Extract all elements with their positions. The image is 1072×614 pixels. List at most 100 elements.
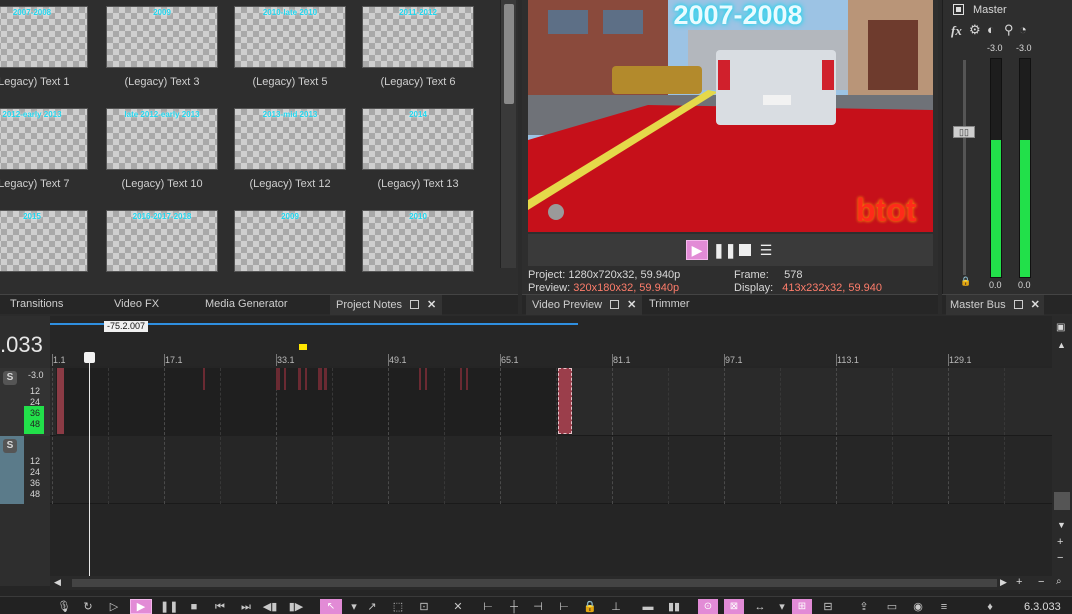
timeline-ruler[interactable]: -75.2.007 <box>50 316 1052 366</box>
zoom-tool-icon[interactable]: ⊡ <box>416 600 432 614</box>
mixer-icon[interactable]: ≡ <box>936 600 952 614</box>
media-thumbnail[interactable]: 2009 <box>106 6 218 68</box>
snapshot-icon[interactable]: ◉ <box>910 600 926 614</box>
track2-solo-icon[interactable]: S <box>3 439 17 453</box>
prev-frame-icon[interactable]: ◀▮ <box>262 600 278 614</box>
lock-event-icon[interactable]: 🔒 <box>582 600 598 614</box>
preview-stop-button[interactable] <box>739 244 751 256</box>
hzoom-out-icon[interactable]: − <box>1038 576 1044 588</box>
media-thumbnail[interactable]: 2013-mid 2013 <box>234 108 346 170</box>
trim-end-icon[interactable]: ⊢ <box>556 600 572 614</box>
scroll-left-icon[interactable]: ◀ <box>54 577 61 588</box>
maximize-icon[interactable] <box>1013 300 1023 309</box>
media-thumbnail[interactable]: 2012-early 2013 <box>0 108 88 170</box>
dropdown-icon[interactable]: ▾ <box>346 600 362 614</box>
playhead-handle[interactable] <box>84 352 95 363</box>
envelope-tool-icon[interactable]: ↗ <box>364 600 380 614</box>
master-fader-track[interactable] <box>963 60 966 275</box>
tab-video-fx[interactable]: Video FX <box>114 298 159 310</box>
preview-play-button[interactable]: ▶ <box>686 240 708 260</box>
play-from-start-icon[interactable]: ▷ <box>106 600 122 614</box>
pan-icon[interactable]: ◐ <box>987 22 995 37</box>
zoom-out-icon[interactable]: − <box>1057 552 1063 564</box>
close-icon[interactable]: ✕ <box>1031 298 1040 311</box>
master-mute-checkbox[interactable] <box>953 4 964 15</box>
ripple-icon[interactable]: ↔ <box>752 600 768 614</box>
maximize-icon[interactable] <box>610 300 620 309</box>
ripple-dropdown-icon[interactable]: ▾ <box>774 600 790 614</box>
fx-icon[interactable]: fx <box>951 23 962 39</box>
media-thumbnail[interactable]: 2010 <box>362 210 474 272</box>
marker-icon[interactable] <box>299 344 307 350</box>
lock-icon[interactable]: 🔒 <box>960 276 971 287</box>
preview-frame[interactable]: 2007-2008 btot <box>528 0 933 232</box>
playhead-line[interactable] <box>89 362 90 576</box>
scroll-up-icon[interactable]: ▲ <box>1057 340 1066 350</box>
preview-pause-button[interactable]: ❚❚ <box>713 240 736 260</box>
media-scrollbar[interactable] <box>500 0 516 268</box>
auto-ripple-button[interactable]: ⊙ <box>698 599 718 614</box>
tab-video-preview[interactable]: Video Preview ✕ <box>526 295 643 315</box>
go-to-start-icon[interactable]: ⏮ <box>212 600 228 614</box>
track1-solo-icon[interactable]: S <box>3 371 17 385</box>
thumbnail-caption: 2013-mid 2013 <box>262 110 318 119</box>
grid-icon[interactable]: ⊟ <box>820 600 836 614</box>
timeline-hscroll[interactable]: ◀ ▶ + − ⌕ <box>50 576 1072 590</box>
pause-icon[interactable]: ❚❚ <box>160 600 178 614</box>
clip-selected[interactable] <box>558 368 572 434</box>
hzoom-fit-icon[interactable]: ⌕ <box>1056 576 1062 587</box>
snap-icon[interactable]: ▮▮ <box>666 600 682 614</box>
tab-trimmer[interactable]: Trimmer <box>649 298 690 310</box>
scroll-down-icon[interactable]: ▼ <box>1057 520 1066 530</box>
export-icon[interactable]: ⇪ <box>856 600 872 614</box>
close-icon[interactable]: ✕ <box>427 298 436 311</box>
crossfade-button[interactable]: ⊠ <box>724 599 744 614</box>
media-thumbnail[interactable]: 2014 <box>362 108 474 170</box>
marker-tool-icon[interactable]: ⊥ <box>608 600 624 614</box>
tag-icon[interactable]: ▣ <box>1056 322 1065 333</box>
tab-media-generator[interactable]: Media Generator <box>205 298 288 310</box>
media-thumbnail[interactable]: 2010-late 2010 <box>234 6 346 68</box>
solo-icon[interactable]: ◔ <box>1019 22 1027 37</box>
edit-tool-button[interactable]: ↖ <box>320 599 342 614</box>
end-marker-icon[interactable]: ♦ <box>982 600 998 614</box>
stop-icon[interactable]: ■ <box>186 600 202 614</box>
gear-icon[interactable]: ⚙ <box>969 22 981 38</box>
media-thumbnail[interactable]: 2016-2017-2018 <box>106 210 218 272</box>
scroll-right-icon[interactable]: ▶ <box>1000 577 1007 588</box>
quantize-button[interactable]: ⊞ <box>792 599 812 614</box>
hzoom-in-icon[interactable]: + <box>1016 576 1022 588</box>
media-thumbnail[interactable]: 2011-2012 <box>362 6 474 68</box>
zoom-in-icon[interactable]: + <box>1057 536 1063 548</box>
delete-icon[interactable]: ✕ <box>450 600 466 614</box>
tab-transitions[interactable]: Transitions <box>10 298 63 310</box>
track2-lane[interactable] <box>50 436 1052 504</box>
preview-menu-icon[interactable]: ☰ <box>759 240 773 260</box>
maximize-icon[interactable] <box>410 300 420 309</box>
media-thumbnail[interactable]: 2015 <box>0 210 88 272</box>
vertical-zoom-thumb[interactable] <box>1054 492 1070 510</box>
render-icon[interactable]: ▭ <box>884 600 900 614</box>
trim-start-icon[interactable]: ⊣ <box>530 600 546 614</box>
hscroll-thumb[interactable] <box>72 579 997 587</box>
close-icon[interactable]: ✕ <box>627 298 636 311</box>
media-thumbnail[interactable]: 2007-2008 <box>0 6 88 68</box>
selection-tool-icon[interactable]: ⬚ <box>390 600 406 614</box>
master-fader-handle[interactable]: ▯▯ <box>953 126 975 138</box>
record-icon[interactable]: 🎙 <box>56 600 72 614</box>
clip-start[interactable] <box>57 368 64 434</box>
loop-icon[interactable]: ↻ <box>80 600 96 614</box>
tab-project-notes[interactable]: Project Notes ✕ <box>330 295 443 315</box>
media-scrollbar-thumb[interactable] <box>504 4 514 104</box>
trim-icon[interactable]: ⊢ <box>480 600 496 614</box>
pin-icon[interactable]: ⚲ <box>1004 22 1014 38</box>
go-to-end-icon[interactable]: ⏭ <box>238 600 254 614</box>
play-button[interactable]: ▶ <box>130 599 152 614</box>
next-frame-icon[interactable]: ▮▶ <box>288 600 304 614</box>
region-icon[interactable]: ▬ <box>640 600 656 614</box>
tab-master-bus[interactable]: Master Bus ✕ <box>946 295 1044 315</box>
split-icon[interactable]: ┼ <box>506 600 522 614</box>
ruler-tick <box>500 354 501 366</box>
media-thumbnail[interactable]: late 2012-early 2013 <box>106 108 218 170</box>
media-thumbnail[interactable]: 2009 <box>234 210 346 272</box>
